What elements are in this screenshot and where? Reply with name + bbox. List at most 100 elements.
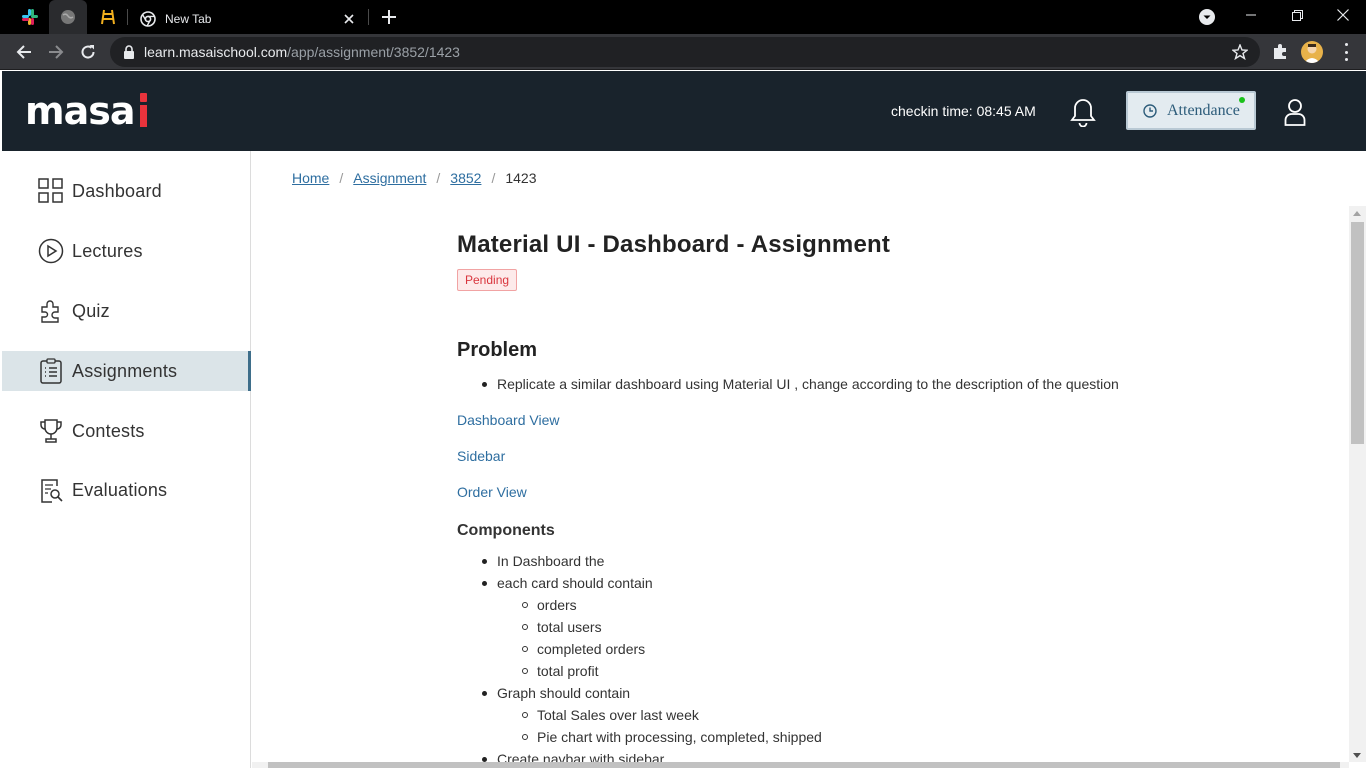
slack-icon [22, 9, 38, 25]
sidebar-item-contests[interactable]: Contests [2, 411, 251, 451]
tab-separator [368, 9, 369, 25]
sub-list-item: Pie chart with processing, completed, sh… [522, 729, 822, 745]
lock-icon [124, 45, 134, 59]
sidebar-item-label: Lectures [72, 240, 143, 261]
arrow-left-icon [16, 45, 31, 59]
masai-logo[interactable]: masa [25, 89, 147, 133]
tab-new-tab[interactable]: New Tab [128, 4, 368, 34]
list-item: Replicate a similar dashboard using Mate… [482, 376, 1119, 392]
sidebar-item-label: Assignments [72, 360, 178, 381]
sub-list-item: orders [522, 597, 577, 613]
restore-button[interactable] [1274, 0, 1320, 30]
breadcrumb: Home / Assignment / 3852 / 1423 [292, 170, 537, 186]
ladder-icon [101, 9, 115, 25]
breadcrumb-assignment[interactable]: Assignment [353, 170, 426, 186]
horizontal-scrollbar[interactable] [252, 762, 1349, 768]
components-heading: Components [457, 522, 555, 539]
arrow-right-icon [49, 45, 64, 59]
puzzle-icon [38, 298, 64, 324]
scroll-down-arrow[interactable] [1353, 753, 1361, 758]
forward-button[interactable] [44, 40, 68, 64]
url-host: learn.masaischool.com [144, 44, 288, 60]
close-icon [1337, 9, 1349, 21]
sidebar-item-label: Quiz [72, 300, 110, 321]
link-sidebar[interactable]: Sidebar [457, 448, 505, 464]
browser-tab-bar: New Tab [0, 0, 1366, 34]
logo-accent [140, 93, 147, 102]
play-circle-icon [38, 238, 64, 264]
online-status-dot [1239, 97, 1245, 103]
grid-icon [38, 178, 64, 204]
reload-button[interactable] [76, 40, 100, 64]
chrome-icon [140, 11, 156, 27]
list-item: In Dashboard the [481, 553, 605, 569]
new-tab-button[interactable] [378, 6, 400, 28]
sidebar: Dashboard Lectures Quiz Assignments Cont… [2, 151, 251, 768]
attendance-label: Attendance [1167, 101, 1240, 119]
trophy-icon [38, 418, 64, 444]
sub-list-item: Total Sales over last week [522, 707, 699, 723]
breadcrumb-home[interactable]: Home [292, 170, 329, 186]
clock-refresh-icon [1143, 103, 1157, 118]
attendance-button[interactable]: Attendance [1126, 91, 1256, 130]
scroll-thumb[interactable] [268, 762, 1340, 768]
breadcrumb-separator: / [491, 170, 496, 186]
sidebar-item-assignments[interactable]: Assignments [2, 351, 251, 391]
list-item: Graph should contain [481, 685, 631, 701]
report-search-icon [38, 477, 64, 503]
pinned-tab-slack[interactable] [11, 0, 49, 34]
profile-avatar[interactable] [1301, 41, 1323, 63]
restore-icon [1291, 9, 1303, 21]
tab-search-button[interactable] [1198, 8, 1216, 26]
scroll-up-arrow[interactable] [1353, 211, 1361, 216]
close-window-button[interactable] [1320, 0, 1366, 30]
reload-icon [81, 45, 95, 59]
status-badge: Pending [457, 269, 518, 291]
pinned-tab-globe[interactable] [49, 0, 87, 34]
logo-accent-bar [140, 105, 147, 127]
sidebar-item-quiz[interactable]: Quiz [2, 291, 251, 331]
list-item: each card should contain [482, 575, 653, 591]
sidebar-item-dashboard[interactable]: Dashboard [2, 171, 251, 211]
browser-menu-button[interactable] [1338, 43, 1354, 61]
vertical-scrollbar[interactable] [1349, 206, 1366, 762]
tab-close-button[interactable] [340, 10, 358, 28]
problem-heading: Problem [457, 339, 538, 361]
app-header: masa checkin time: 08:45 AM Attendance [2, 71, 1366, 151]
sidebar-item-evaluations[interactable]: Evaluations [2, 470, 251, 510]
link-dashboard-view[interactable]: Dashboard View [457, 412, 559, 428]
sidebar-item-lectures[interactable]: Lectures [2, 231, 251, 271]
browser-toolbar: learn.masaischool.com/app/assignment/385… [0, 34, 1366, 70]
extensions-puzzle-icon[interactable] [1271, 43, 1289, 61]
avatar-icon [1304, 44, 1320, 63]
sub-list-item: total profit [521, 663, 599, 679]
pinned-tab-docs[interactable] [89, 0, 127, 34]
url-path: /app/assignment/3852/1423 [287, 44, 460, 60]
sidebar-item-label: Dashboard [72, 180, 162, 201]
url-text: learn.masaischool.com/app/assignment/385… [144, 44, 460, 60]
tab-title: New Tab [165, 12, 212, 26]
clipboard-list-icon [38, 358, 64, 384]
breadcrumb-course-id[interactable]: 3852 [450, 170, 481, 186]
checkin-time: checkin time: 08:45 AM [891, 103, 1036, 119]
sidebar-item-label: Evaluations [72, 479, 168, 500]
minimize-button[interactable] [1228, 0, 1274, 30]
scroll-thumb[interactable] [1351, 222, 1364, 444]
sub-list-item: completed orders [521, 641, 646, 657]
breadcrumb-current: 1423 [505, 170, 537, 186]
address-bar[interactable]: learn.masaischool.com/app/assignment/385… [110, 37, 1260, 67]
minimize-icon [1246, 14, 1256, 16]
globe-icon [61, 10, 75, 24]
sub-list-item: total users [522, 619, 602, 635]
breadcrumb-separator: / [436, 170, 441, 186]
plus-icon [382, 10, 396, 24]
close-icon [344, 14, 354, 24]
bookmark-star-icon[interactable] [1232, 44, 1248, 60]
bell-icon[interactable] [1069, 97, 1097, 127]
page-title: Material UI - Dashboard - Assignment [457, 231, 891, 258]
logo-text: masa [25, 89, 135, 133]
sidebar-item-label: Contests [72, 420, 145, 441]
link-order-view[interactable]: Order View [457, 484, 527, 500]
back-button[interactable] [12, 40, 36, 64]
user-icon[interactable] [1284, 98, 1306, 126]
